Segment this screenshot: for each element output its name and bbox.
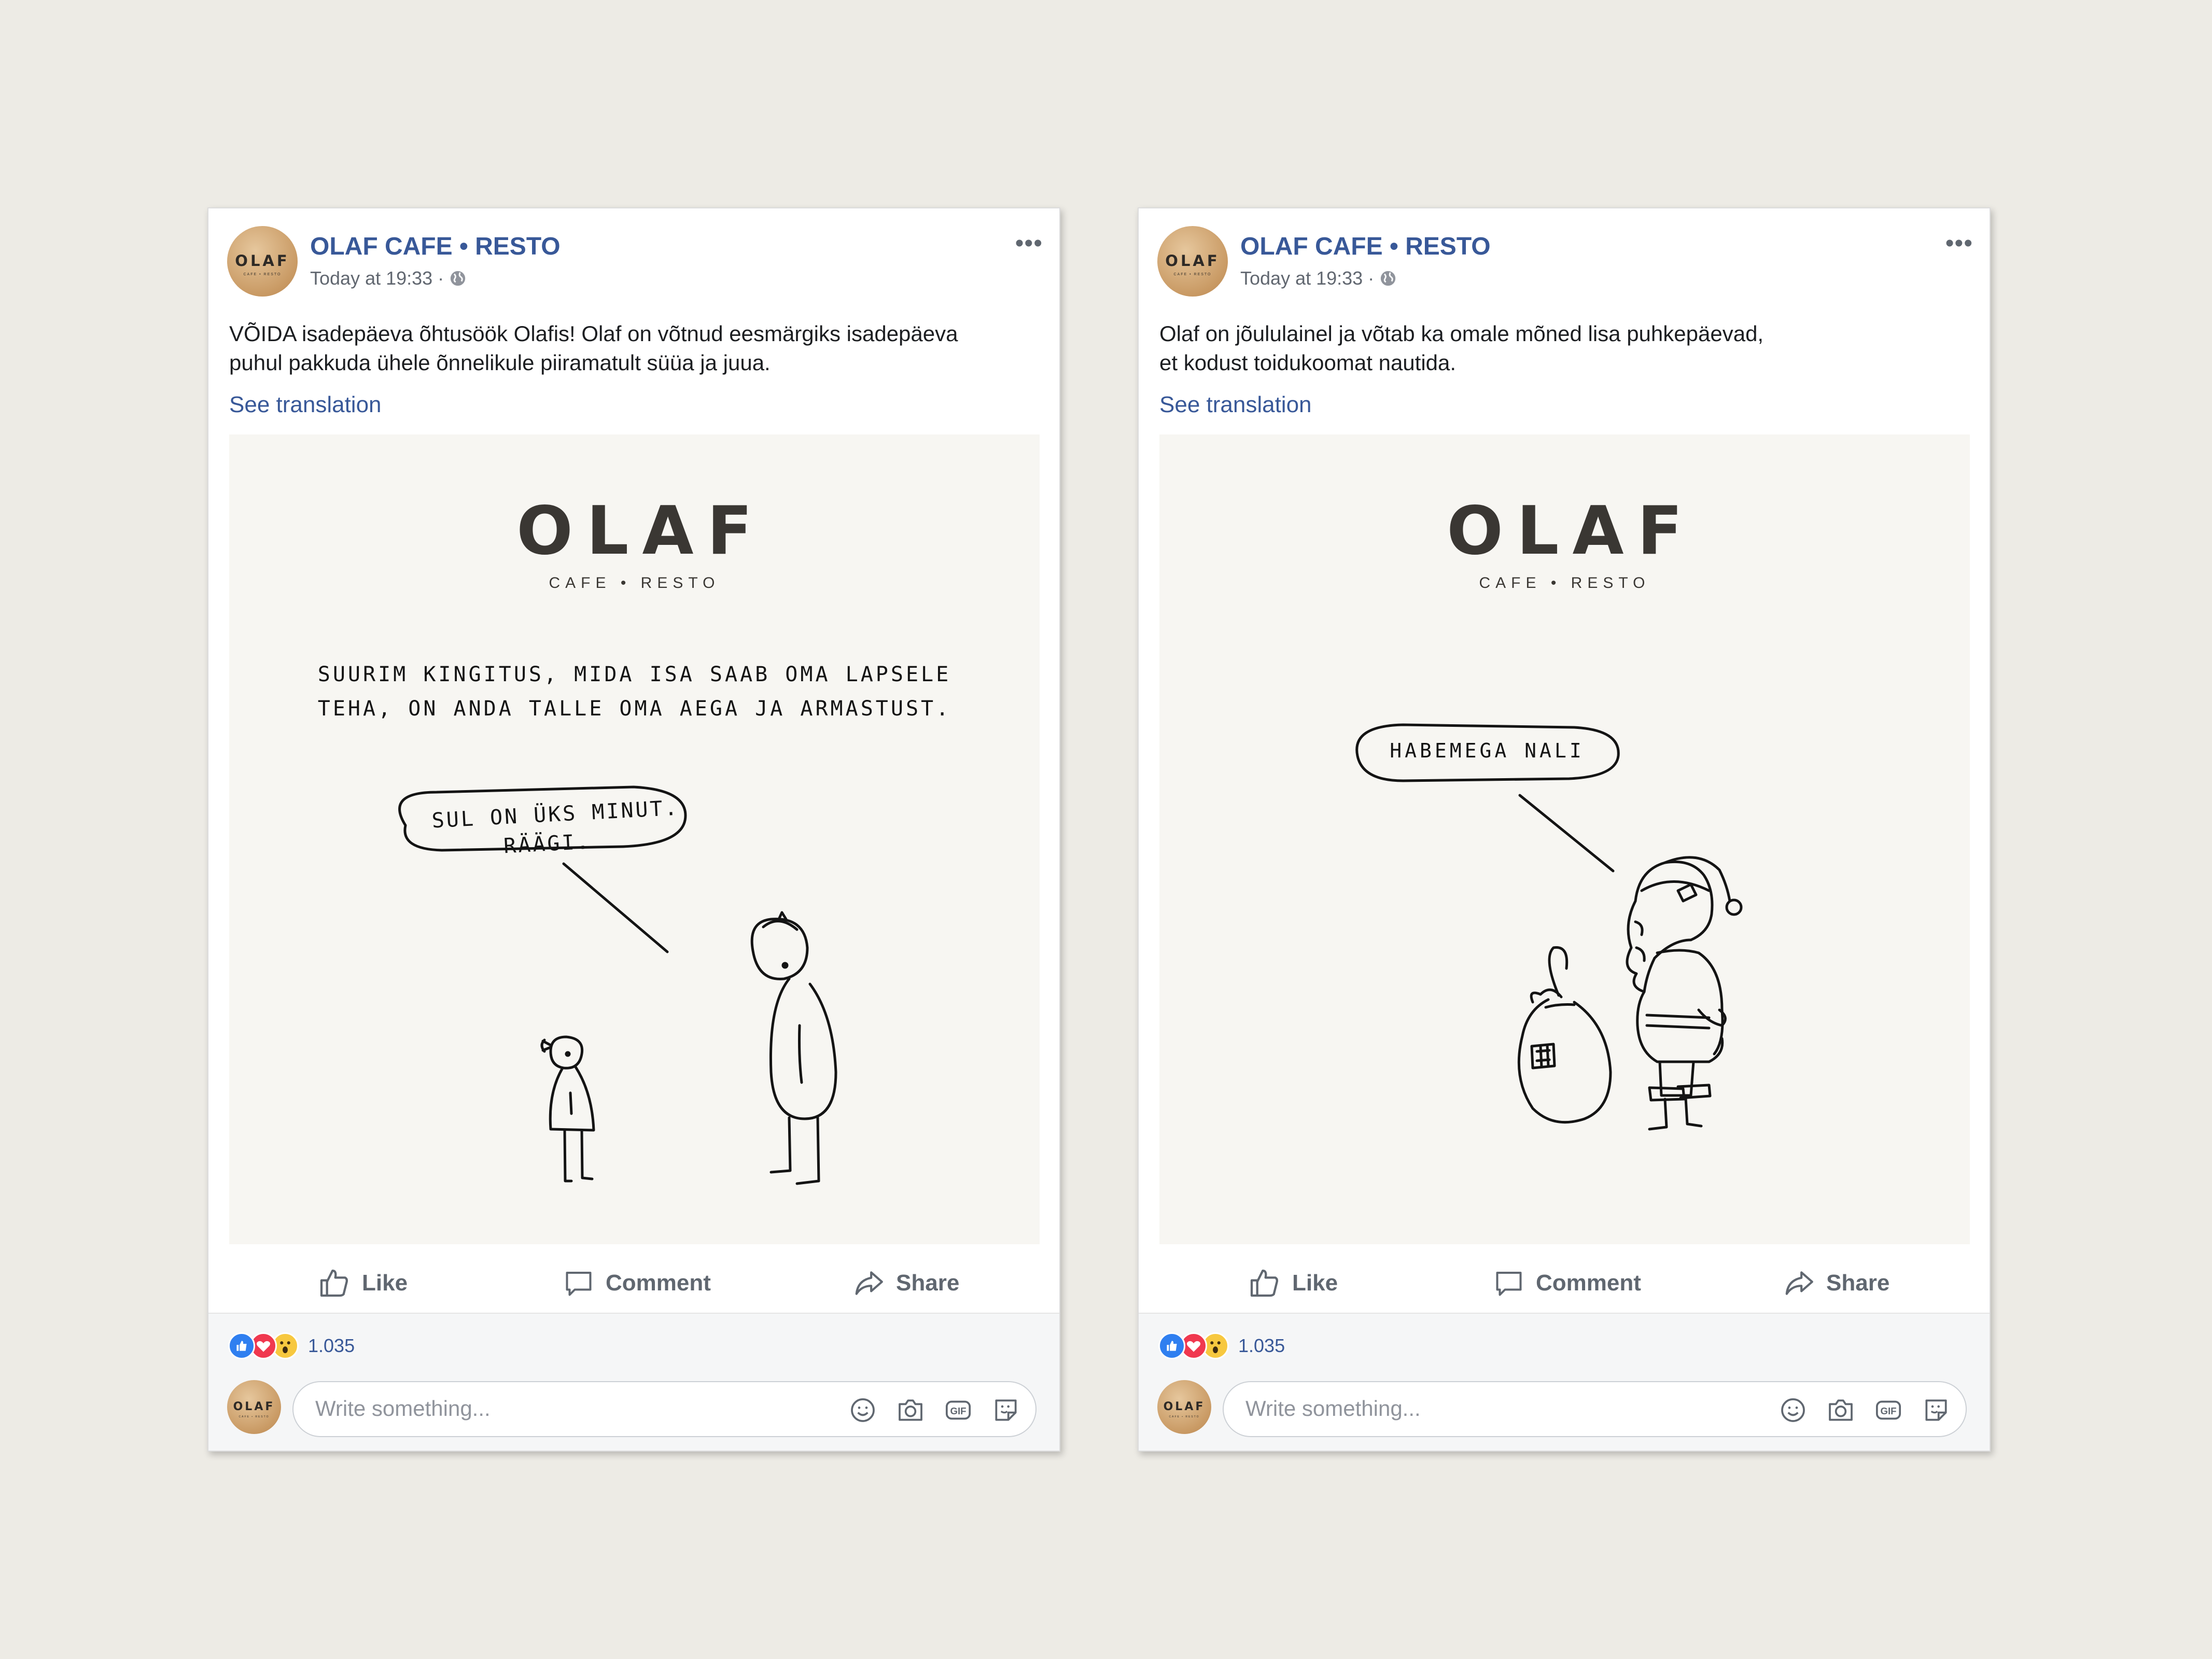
globe-icon[interactable] bbox=[1379, 270, 1397, 287]
reaction-count[interactable]: 1.035 bbox=[1238, 1335, 1285, 1357]
avatar-logo-subtext: CAFE • RESTO bbox=[1173, 273, 1212, 276]
avatar-logo-subtext: CAFE • RESTO bbox=[243, 273, 282, 276]
svg-text:GIF: GIF bbox=[1880, 1405, 1896, 1416]
avatar-logo-text: OLAF bbox=[235, 252, 290, 270]
see-translation-link[interactable]: See translation bbox=[1159, 392, 1312, 418]
comment-input[interactable] bbox=[314, 1396, 783, 1422]
avatar-logo-subtext: CAFE • RESTO bbox=[1169, 1415, 1200, 1418]
share-button[interactable]: Share bbox=[1783, 1260, 1889, 1306]
like-label: Like bbox=[1292, 1270, 1338, 1296]
reaction-count[interactable]: 1.035 bbox=[308, 1335, 355, 1357]
camera-icon[interactable] bbox=[896, 1396, 925, 1425]
post-card: OLAF CAFE • RESTO OLAF CAFE • RESTO Toda… bbox=[207, 207, 1060, 1452]
see-translation-link[interactable]: See translation bbox=[229, 392, 382, 418]
reactions-summary[interactable]: 1.035 bbox=[228, 1332, 355, 1359]
share-button[interactable]: Share bbox=[852, 1260, 959, 1306]
post-text-line: et kodust toidukoomat nautida. bbox=[1159, 350, 1457, 375]
comment-icon bbox=[566, 1272, 592, 1296]
like-label: Like bbox=[362, 1270, 408, 1296]
comment-button[interactable]: Comment bbox=[563, 1260, 711, 1306]
post-actions-bar: Like Comment Share bbox=[208, 1250, 1059, 1314]
avatar-logo-subtext: CAFE • RESTO bbox=[239, 1415, 270, 1418]
avatar-logo-text: OLAF bbox=[233, 1400, 275, 1413]
speech-bubble-text: SUL ON ÜKS MINUT. RÄÄGI. bbox=[431, 795, 680, 865]
reactions-summary[interactable]: 1.035 bbox=[1158, 1332, 1285, 1359]
post-text-line: VÕIDA isadepäeva õhtusöök Olafis! Olaf o… bbox=[229, 321, 958, 346]
share-arrow-icon bbox=[855, 1271, 883, 1295]
comment-icon bbox=[1496, 1272, 1522, 1296]
thumbs-up-icon bbox=[1250, 1269, 1279, 1297]
page-name-link[interactable]: OLAF CAFE • RESTO bbox=[310, 232, 561, 261]
globe-icon[interactable] bbox=[449, 270, 467, 287]
page-name-link[interactable]: OLAF CAFE • RESTO bbox=[1240, 232, 1491, 261]
comment-input[interactable] bbox=[1244, 1396, 1713, 1422]
avatar-logo-text: OLAF bbox=[1165, 252, 1220, 270]
sticker-icon[interactable] bbox=[1922, 1396, 1951, 1425]
sticker-icon[interactable] bbox=[991, 1396, 1020, 1425]
more-options-icon[interactable]: ••• bbox=[1015, 231, 1043, 256]
comment-label: Comment bbox=[1536, 1270, 1641, 1296]
svg-text:GIF: GIF bbox=[950, 1405, 966, 1416]
page-avatar[interactable]: OLAF CAFE • RESTO bbox=[227, 226, 298, 297]
thumbs-up-icon bbox=[320, 1269, 348, 1297]
like-reaction-icon bbox=[228, 1332, 255, 1359]
comment-box: GIF bbox=[1223, 1381, 1967, 1437]
page-avatar[interactable]: OLAF CAFE • RESTO bbox=[1157, 226, 1228, 297]
gif-icon[interactable]: GIF bbox=[944, 1396, 973, 1425]
comment-button[interactable]: Comment bbox=[1493, 1260, 1641, 1306]
commenter-avatar: OLAF CAFE • RESTO bbox=[227, 1380, 281, 1434]
post-text-line: Olaf on jõululainel ja võtab ka omale mõ… bbox=[1159, 321, 1764, 346]
avatar-logo-text: OLAF bbox=[1163, 1400, 1206, 1413]
commenter-avatar: OLAF CAFE • RESTO bbox=[1157, 1380, 1211, 1434]
share-label: Share bbox=[896, 1270, 960, 1296]
illustration-santa-with-sack bbox=[1355, 723, 1743, 1131]
more-options-icon[interactable]: ••• bbox=[1945, 231, 1973, 256]
gif-icon[interactable]: GIF bbox=[1874, 1396, 1903, 1425]
camera-icon[interactable] bbox=[1826, 1396, 1855, 1425]
emoji-icon[interactable] bbox=[1779, 1396, 1808, 1425]
post-meta: Today at 19:33 · bbox=[1240, 268, 1397, 289]
post-timestamp[interactable]: Today at 19:33 · bbox=[310, 268, 444, 289]
comment-box: GIF bbox=[292, 1381, 1037, 1437]
post-text: VÕIDA isadepäeva õhtusöök Olafis! Olaf o… bbox=[229, 319, 1038, 377]
like-button[interactable]: Like bbox=[1248, 1260, 1338, 1306]
post-image[interactable]: OLAF CAFE • RESTO SUURIM KINGITUS, MIDA … bbox=[229, 434, 1040, 1244]
post-timestamp[interactable]: Today at 19:33 · bbox=[1240, 268, 1374, 289]
comment-label: Comment bbox=[606, 1270, 711, 1296]
post-actions-bar: Like Comment Share bbox=[1139, 1250, 1990, 1314]
post-image[interactable]: OLAF CAFE • RESTO HABEMEGA NALI bbox=[1159, 434, 1970, 1244]
share-label: Share bbox=[1826, 1270, 1890, 1296]
post-meta: Today at 19:33 · bbox=[310, 268, 467, 289]
share-arrow-icon bbox=[1785, 1271, 1813, 1295]
like-button[interactable]: Like bbox=[317, 1260, 408, 1306]
post-text-line: puhul pakkuda ühele õnnelikule piiramatu… bbox=[229, 350, 771, 375]
bubble-line: HABEMEGA NALI bbox=[1390, 739, 1585, 762]
emoji-icon[interactable] bbox=[848, 1396, 877, 1425]
like-reaction-icon bbox=[1158, 1332, 1185, 1359]
speech-bubble-text: HABEMEGA NALI bbox=[1357, 739, 1617, 762]
post-card: OLAF CAFE • RESTO OLAF CAFE • RESTO Toda… bbox=[1138, 207, 1991, 1452]
post-text: Olaf on jõululainel ja võtab ka omale mõ… bbox=[1159, 319, 1968, 377]
